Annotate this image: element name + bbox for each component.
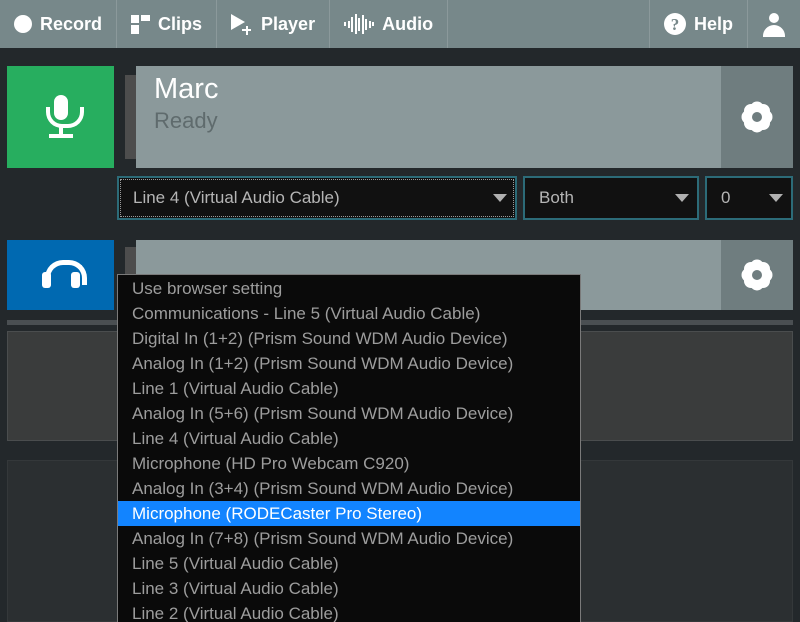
channel-mode-select[interactable]: Both	[523, 176, 699, 220]
nav-item-player[interactable]: Player	[217, 0, 331, 48]
nav-item-player-label: Player	[261, 14, 316, 34]
mic-info-box: Marc Ready	[136, 66, 720, 168]
nav-item-help-label: Help	[693, 14, 733, 34]
dropdown-option[interactable]: Analog In (7+8) (Prism Sound WDM Audio D…	[118, 526, 580, 551]
dropdown-option[interactable]: Analog In (5+6) (Prism Sound WDM Audio D…	[118, 401, 580, 426]
nav-item-audio-label: Audio	[382, 14, 434, 34]
audio-waveform-icon	[344, 14, 375, 34]
headphone-monitor-button[interactable]	[7, 240, 114, 310]
dropdown-option[interactable]: Analog In (3+4) (Prism Sound WDM Audio D…	[118, 476, 580, 501]
headphone-settings-button[interactable]	[720, 240, 793, 310]
audio-device-select-value: Line 4 (Virtual Audio Cable)	[133, 188, 340, 207]
dropdown-option[interactable]: Line 1 (Virtual Audio Cable)	[118, 376, 580, 401]
top-navigation-bar: Record Clips Player Audio ? Help	[0, 0, 800, 48]
nav-item-record[interactable]: Record	[0, 0, 118, 48]
nav-item-account[interactable]	[747, 0, 800, 48]
nav-item-audio[interactable]: Audio	[330, 0, 449, 48]
help-question-icon: ?	[663, 13, 686, 35]
dropdown-option-selected[interactable]: Microphone (RODECaster Pro Stereo)	[118, 501, 580, 526]
dropdown-option[interactable]: Analog In (1+2) (Prism Sound WDM Audio D…	[118, 351, 580, 376]
dropdown-option[interactable]: Line 3 (Virtual Audio Cable)	[118, 576, 580, 601]
mic-level-meter	[125, 75, 136, 159]
nav-secondary-group: ? Help	[648, 0, 800, 48]
nav-primary-group: Record Clips Player Audio	[0, 0, 449, 48]
player-add-icon	[231, 14, 253, 35]
mic-controls-row: Line 4 (Virtual Audio Cable) Both 0	[117, 176, 793, 220]
dropdown-option[interactable]: Use browser setting	[118, 276, 580, 301]
nav-item-clips-label: Clips	[158, 14, 203, 34]
audio-device-select[interactable]: Line 4 (Virtual Audio Cable)	[117, 176, 517, 220]
dropdown-option[interactable]: Line 5 (Virtual Audio Cable)	[118, 551, 580, 576]
microphone-icon	[41, 93, 84, 141]
chevron-down-icon	[769, 194, 783, 202]
mic-record-button[interactable]	[7, 66, 114, 168]
record-circle-icon	[14, 15, 32, 33]
gear-icon	[738, 98, 776, 136]
dropdown-option[interactable]: Communications - Line 5 (Virtual Audio C…	[118, 301, 580, 326]
gear-icon	[738, 256, 776, 294]
channel-mode-select-value: Both	[539, 188, 574, 207]
dropdown-option[interactable]: Digital In (1+2) (Prism Sound WDM Audio …	[118, 326, 580, 351]
dropdown-option[interactable]: Microphone (HD Pro Webcam C920)	[118, 451, 580, 476]
chevron-down-icon	[493, 194, 507, 202]
headphones-icon	[39, 258, 87, 292]
audio-device-dropdown-list[interactable]: Use browser setting Communications - Lin…	[117, 274, 581, 622]
mic-channel-status: Ready	[154, 108, 218, 133]
mic-settings-button[interactable]	[720, 66, 793, 168]
nav-item-help[interactable]: ? Help	[648, 0, 747, 48]
app-window: Record Clips Player Audio ? Help Marc Re…	[0, 0, 800, 622]
chevron-down-icon	[675, 194, 689, 202]
mic-channel-name: Marc	[154, 73, 219, 105]
clips-squares-icon	[131, 14, 151, 34]
dropdown-option[interactable]: Line 2 (Virtual Audio Cable)	[118, 601, 580, 622]
mic-channel-strip: Marc Ready	[7, 66, 793, 168]
nav-item-record-label: Record	[40, 14, 103, 34]
gain-level-select[interactable]: 0	[705, 176, 793, 220]
gain-level-select-value: 0	[721, 188, 731, 207]
main-content: Marc Ready Line 4 (Virtual Audio Cable) …	[0, 48, 800, 622]
nav-item-clips[interactable]: Clips	[117, 0, 218, 48]
user-avatar-icon	[762, 12, 786, 37]
dropdown-option[interactable]: Line 4 (Virtual Audio Cable)	[118, 426, 580, 451]
